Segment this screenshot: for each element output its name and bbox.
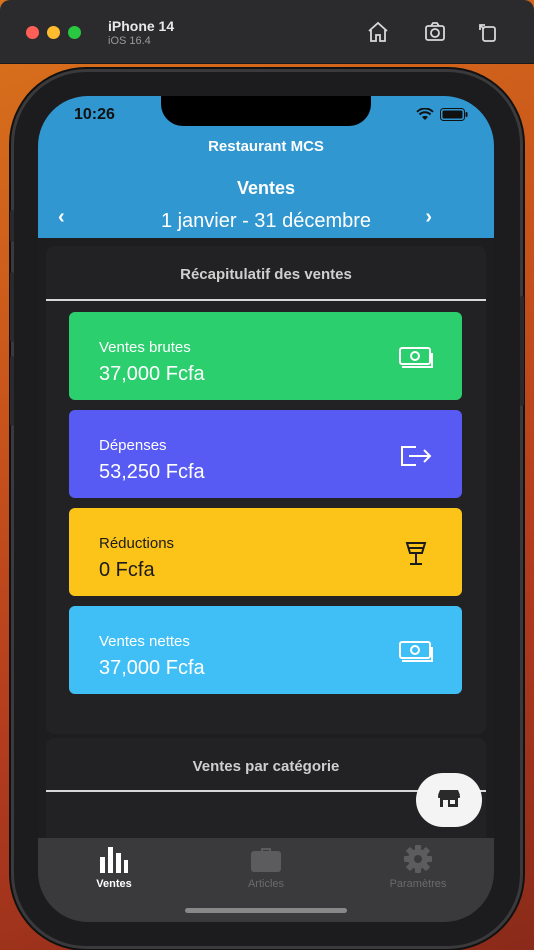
gross-sales-value: 37,000 Fcfa [99, 363, 205, 385]
gear-icon [342, 844, 494, 874]
expenses-card[interactable]: Dépenses 53,250 Fcfa [69, 410, 462, 498]
tab-ventes[interactable]: Ventes [38, 844, 190, 890]
store-icon [438, 789, 460, 812]
net-sales-value: 37,000 Fcfa [99, 657, 205, 679]
wifi-icon [416, 107, 434, 126]
glass-icon [398, 541, 434, 567]
close-window-button[interactable] [26, 26, 39, 39]
tab-ventes-label: Ventes [96, 878, 132, 890]
expenses-label: Dépenses [99, 437, 167, 454]
volume-up-button [10, 272, 14, 342]
discounts-value: 0 Fcfa [99, 559, 155, 581]
cash-icon [398, 639, 434, 665]
simulator-toolbar: iPhone 14 iOS 16.4 [0, 0, 534, 64]
pos-store-button[interactable] [416, 773, 482, 827]
page-title: Ventes [236, 178, 296, 198]
power-button [520, 296, 524, 406]
restaurant-name: Restaurant MCS [208, 138, 324, 155]
briefcase-icon [190, 844, 342, 874]
home-indicator[interactable] [185, 908, 347, 913]
next-period-button[interactable]: › [425, 206, 432, 229]
discounts-label: Réductions [99, 535, 175, 552]
category-title: Ventes par catégorie [192, 758, 340, 775]
screenshot-icon[interactable] [423, 20, 447, 44]
sales-summary-panel: Récapitulatif des ventes Ventes brutes 3… [46, 246, 486, 734]
divider [46, 299, 486, 301]
tab-parametres[interactable]: Paramètres [342, 844, 494, 890]
tab-parametres-label: Paramètres [389, 878, 447, 890]
notch [161, 96, 371, 126]
app-screen: 10:26 Restaurant MCS Ventes ‹ 1 janvier … [38, 96, 494, 922]
exit-icon [398, 443, 434, 469]
status-time: 10:26 [74, 106, 115, 123]
bar-chart-icon [38, 844, 190, 874]
net-sales-card[interactable]: Ventes nettes 37,000 Fcfa [69, 606, 462, 694]
gross-sales-label: Ventes brutes [99, 339, 191, 356]
os-version: iOS 16.4 [108, 35, 151, 47]
tab-articles-label: Articles [247, 878, 285, 890]
zoom-window-button[interactable] [68, 26, 81, 39]
battery-icon [440, 108, 468, 126]
tab-articles[interactable]: Articles [190, 844, 342, 890]
rotate-icon[interactable] [476, 20, 500, 44]
discounts-card[interactable]: Réductions 0 Fcfa [69, 508, 462, 596]
expenses-value: 53,250 Fcfa [99, 461, 205, 483]
net-sales-label: Ventes nettes [99, 633, 190, 650]
status-icons [416, 107, 468, 126]
cash-icon [398, 345, 434, 371]
mute-switch [10, 210, 14, 242]
device-name: iPhone 14 [108, 18, 175, 34]
home-icon[interactable] [366, 20, 390, 44]
minimize-window-button[interactable] [47, 26, 60, 39]
gross-sales-card[interactable]: Ventes brutes 37,000 Fcfa [69, 312, 462, 400]
summary-title: Récapitulatif des ventes [180, 266, 352, 283]
volume-down-button [10, 356, 14, 426]
